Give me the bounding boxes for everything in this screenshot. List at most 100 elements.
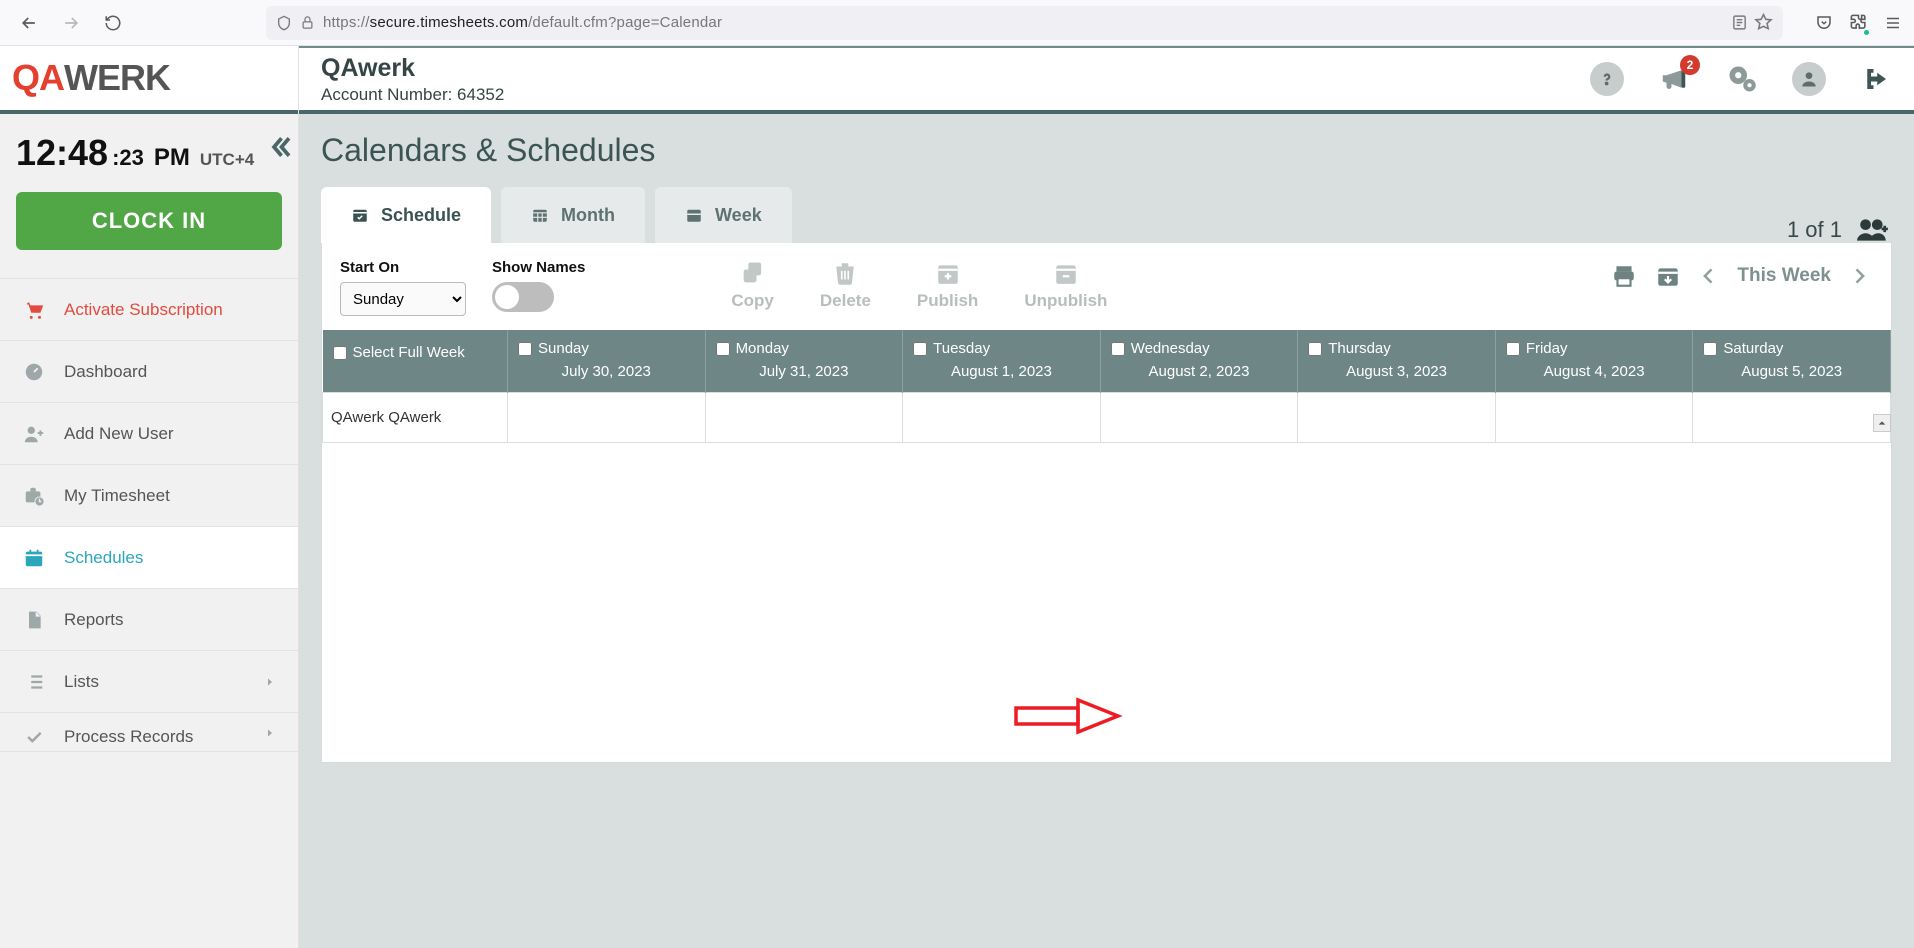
sidebar-item-label: My Timesheet [64, 486, 170, 506]
tab-schedule[interactable]: Schedule [321, 187, 491, 243]
tab-month[interactable]: Month [501, 187, 645, 243]
help-button[interactable] [1590, 62, 1624, 96]
cell-sat[interactable] [1693, 393, 1891, 443]
collapse-sidebar-button[interactable] [264, 132, 294, 162]
scroll-up-icon[interactable] [1873, 414, 1891, 432]
profile-button[interactable] [1792, 62, 1826, 96]
sidebar-item-process-records[interactable]: Process Records [0, 712, 298, 752]
cell-thu[interactable] [1298, 393, 1496, 443]
briefcase-clock-icon [22, 485, 46, 507]
settings-button[interactable] [1724, 61, 1760, 97]
sidebar-item-label: Process Records [64, 727, 193, 747]
sidebar-item-label: Schedules [64, 548, 143, 568]
sidebar-item-activate-subscription[interactable]: Activate Subscription [0, 278, 298, 340]
page-title: Calendars & Schedules [299, 114, 1914, 187]
app-menu-icon[interactable] [1884, 14, 1902, 32]
calendar-week-icon [685, 206, 703, 224]
sidebar: QAWERK 12:48:23 PM UTC+4 CLOCK IN Activa… [0, 46, 299, 948]
sidebar-item-schedules[interactable]: Schedules [0, 526, 298, 588]
this-week-button[interactable]: This Week [1733, 265, 1835, 287]
schedule-panel: Start On Sunday Show Names Copy [321, 243, 1892, 763]
back-button[interactable] [12, 6, 46, 40]
extensions-icon[interactable] [1849, 13, 1868, 32]
announcements-button[interactable]: 2 [1656, 61, 1692, 97]
sidebar-item-label: Dashboard [64, 362, 147, 382]
print-button[interactable] [1607, 259, 1641, 293]
toolbar: Start On Sunday Show Names Copy [322, 243, 1891, 330]
col-select-week[interactable]: Select Full Week [323, 330, 508, 393]
chevron-right-icon [264, 727, 276, 739]
cell-sun[interactable] [508, 393, 706, 443]
chevron-right-icon [264, 676, 276, 688]
logout-button[interactable] [1858, 61, 1894, 97]
notification-badge: 2 [1680, 55, 1700, 75]
sidebar-item-label: Lists [64, 672, 99, 692]
sidebar-nav: Activate Subscription Dashboard Add New … [0, 278, 298, 752]
company-name: QAwerk [321, 54, 504, 83]
list-icon [22, 671, 46, 693]
lock-icon [300, 15, 315, 30]
cell-mon[interactable] [705, 393, 903, 443]
cell-wed[interactable] [1100, 393, 1298, 443]
check-icon [22, 727, 46, 747]
star-icon[interactable] [1754, 13, 1773, 32]
show-names-toggle[interactable] [492, 282, 554, 312]
calendar-icon [22, 547, 46, 569]
employee-name-cell[interactable]: QAwerk QAwerk [323, 393, 508, 443]
col-sunday[interactable]: Sunday July 30, 2023 [508, 330, 706, 393]
add-users-button[interactable] [1856, 217, 1890, 243]
cell-tue[interactable] [903, 393, 1101, 443]
show-names-label: Show Names [492, 259, 585, 276]
sidebar-item-reports[interactable]: Reports [0, 588, 298, 650]
browser-toolbar: https://secure.timesheets.com/default.cf… [0, 0, 1914, 46]
pocket-icon[interactable] [1815, 14, 1833, 32]
prev-week-button[interactable] [1695, 260, 1723, 292]
clock-in-button[interactable]: CLOCK IN [16, 192, 282, 250]
table-row: QAwerk QAwerk [323, 393, 1891, 443]
unpublish-button[interactable]: Unpublish [1024, 259, 1107, 311]
sidebar-item-my-timesheet[interactable]: My Timesheet [0, 464, 298, 526]
document-icon [22, 609, 46, 631]
start-on-select[interactable]: Sunday [340, 282, 466, 316]
delete-button[interactable]: Delete [820, 259, 871, 311]
next-week-button[interactable] [1845, 260, 1873, 292]
reader-icon[interactable] [1731, 14, 1748, 31]
sidebar-item-dashboard[interactable]: Dashboard [0, 340, 298, 402]
calendar-check-icon [351, 206, 369, 224]
sidebar-item-label: Add New User [64, 424, 174, 444]
people-counter: 1 of 1 [1787, 217, 1842, 243]
url-text: https://secure.timesheets.com/default.cf… [323, 14, 722, 31]
shield-icon [276, 15, 292, 31]
tab-week[interactable]: Week [655, 187, 792, 243]
col-friday[interactable]: Friday August 4, 2023 [1495, 330, 1693, 393]
copy-button[interactable]: Copy [731, 259, 774, 311]
sidebar-item-add-user[interactable]: Add New User [0, 402, 298, 464]
select-full-week-checkbox[interactable] [333, 346, 347, 360]
schedule-table: Select Full Week Sunday July 30, 2023 Mo… [322, 330, 1891, 443]
person-plus-icon [22, 423, 46, 445]
col-monday[interactable]: Monday July 31, 2023 [705, 330, 903, 393]
cart-icon [22, 299, 46, 321]
sidebar-item-lists[interactable]: Lists [0, 650, 298, 712]
col-tuesday[interactable]: Tuesday August 1, 2023 [903, 330, 1101, 393]
col-saturday[interactable]: Saturday August 5, 2023 [1693, 330, 1891, 393]
tabs: Schedule Month Week 1 of 1 [299, 187, 1914, 243]
col-wednesday[interactable]: Wednesday August 2, 2023 [1100, 330, 1298, 393]
content-area: Calendars & Schedules Schedule Month [299, 114, 1914, 948]
forward-button[interactable] [54, 6, 88, 40]
app-header: QAwerk Account Number: 64352 2 [299, 46, 1914, 114]
current-time: 12:48:23 PM UTC+4 [16, 132, 282, 174]
export-button[interactable] [1651, 259, 1685, 293]
calendar-grid-icon [531, 206, 549, 224]
start-on-label: Start On [340, 259, 466, 276]
gauge-icon [22, 361, 46, 383]
annotation-arrow-icon [1014, 696, 1124, 736]
publish-button[interactable]: Publish [917, 259, 978, 311]
logo: QAWERK [0, 46, 298, 114]
col-thursday[interactable]: Thursday August 3, 2023 [1298, 330, 1496, 393]
account-number: Account Number: 64352 [321, 85, 504, 105]
cell-fri[interactable] [1495, 393, 1693, 443]
sidebar-item-label: Reports [64, 610, 124, 630]
address-bar[interactable]: https://secure.timesheets.com/default.cf… [266, 6, 1783, 40]
reload-button[interactable] [96, 6, 130, 40]
